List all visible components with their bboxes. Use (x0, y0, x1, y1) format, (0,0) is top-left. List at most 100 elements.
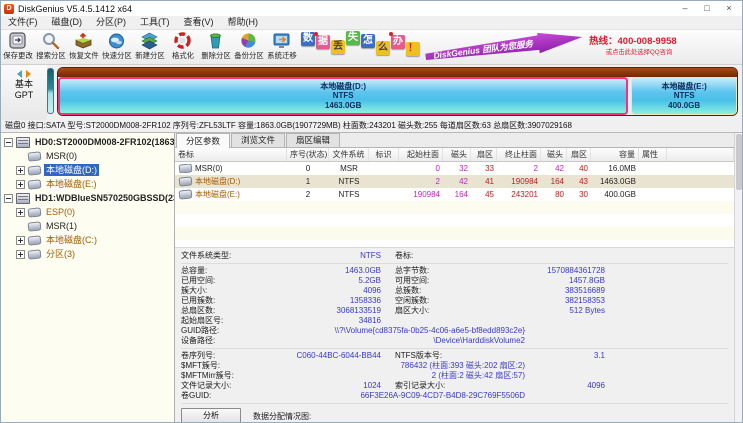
detail-row: 总容量:1463.0GB 总字节数:1570884361728 (181, 266, 734, 276)
detail-row: 簇大小:4096 总簇数:383516689 (181, 286, 734, 296)
tabs-bar: 分区参数 浏览文件 扇区编辑 (175, 133, 734, 148)
system-migration-button[interactable]: 系统迁移 (265, 30, 298, 64)
tree-item-local-c[interactable]: 本地磁盘(C:) (1, 233, 174, 247)
new-partition-button[interactable]: 新建分区 (133, 30, 166, 64)
detail-row: 文件记录大小:1024 索引记录大小:4096 (181, 381, 734, 391)
expand-icon[interactable] (16, 166, 25, 175)
search-icon (41, 31, 60, 50)
menu-partition[interactable]: 分区(P) (89, 16, 133, 29)
partition-icon (28, 165, 42, 175)
backup-partition-button[interactable]: 备份分区 (232, 30, 265, 64)
tab-partition-params[interactable]: 分区参数 (176, 133, 230, 148)
detail-row: $MFTMirr簇号:2 (柱面:2 磁头:42 扇区:57) (181, 371, 734, 381)
banner-tile: 办 (391, 35, 405, 49)
table-header: 卷标 序号(状态) 文件系统 标识 起始柱面 磁头 扇区 终止柱面 磁头 扇区 … (175, 148, 734, 162)
partition-fs: NTFS (674, 91, 695, 101)
collapse-icon[interactable] (4, 194, 13, 203)
disk-band (58, 68, 737, 77)
partition-table: 卷标 序号(状态) 文件系统 标识 起始柱面 磁头 扇区 终止柱面 磁头 扇区 … (175, 148, 734, 248)
delete-partition-button[interactable]: 删除分区 (199, 30, 232, 64)
vertical-scrollbar[interactable] (734, 133, 742, 422)
menu-tools[interactable]: 工具(T) (133, 16, 177, 29)
toolbar: 保存更改 搜索分区 恢复文件 快速分区 新建分区 格式化 删除分区 备份分区 (1, 30, 742, 65)
banner-tiles: 数 据 丢 失 怎 么 办 ！ (301, 29, 421, 65)
search-partition-button[interactable]: 搜索分区 (34, 30, 67, 64)
save-icon (8, 31, 27, 50)
quick-partition-button[interactable]: 快速分区 (100, 30, 133, 64)
divider (181, 263, 728, 264)
banner-tile: 丢 (331, 40, 345, 54)
hotline-sub[interactable]: 或点击此处选择QQ咨询 (593, 48, 672, 58)
partition-icon (28, 207, 42, 217)
tree-item-local-d[interactable]: 本地磁盘(D:) (1, 163, 174, 177)
disk-nav: 基本 GPT (1, 65, 47, 120)
partition-icon (28, 179, 42, 189)
table-row-local-e[interactable]: 本地磁盘(E:) 2 NTFS 190984 164 45 243201 80 … (175, 188, 734, 201)
format-icon (173, 31, 192, 50)
menu-help[interactable]: 帮助(H) (221, 16, 266, 29)
expand-icon[interactable] (16, 180, 25, 189)
maximize-button[interactable]: □ (696, 1, 718, 16)
expand-icon[interactable] (16, 250, 25, 259)
expand-icon[interactable] (16, 236, 25, 245)
partition-box-e[interactable]: 本地磁盘(E:) NTFS 400.0GB (631, 77, 737, 115)
analyze-button[interactable]: 分析 (181, 408, 241, 422)
partition-size: 1463.0GB (325, 101, 361, 111)
detail-row: 文件系统类型:NTFS 卷标: (181, 251, 734, 261)
partition-name: 本地磁盘(D:) (320, 82, 366, 92)
disk-frame: 本地磁盘(D:) NTFS 1463.0GB 本地磁盘(E:) NTFS 400… (57, 67, 738, 116)
prev-disk-arrow-icon[interactable] (17, 70, 22, 78)
save-changes-button[interactable]: 保存更改 (1, 30, 34, 64)
tree-item-hd1[interactable]: HD1:WDBlueSN570250GBSSD(233GB) (1, 191, 174, 205)
partition-name: 本地磁盘(E:) (662, 82, 707, 92)
divider (181, 403, 728, 404)
detail-row: 设备路径:\Device\HarddiskVolume2 (181, 336, 734, 346)
menu-view[interactable]: 查看(V) (177, 16, 221, 29)
tree-item-msr1[interactable]: MSR(1) (1, 219, 174, 233)
disk-icon (16, 193, 30, 204)
expand-icon[interactable] (16, 208, 25, 217)
table-empty-area (175, 201, 734, 248)
tree-item-hd0[interactable]: HD0:ST2000DM008-2FR102(1863GB) (1, 135, 174, 149)
partition-icon (179, 176, 193, 186)
scrollbar-thumb[interactable] (736, 134, 742, 190)
banner-tile: 失 (346, 31, 360, 45)
menu-bar: 文件(F) 磁盘(D) 分区(P) 工具(T) 查看(V) 帮助(H) (1, 16, 742, 30)
table-row-local-d[interactable]: 本地磁盘(D:) 1 NTFS 2 42 41 190984 164 43 14… (175, 175, 734, 188)
banner-tile: 数 (301, 32, 315, 46)
table-row-msr0[interactable]: MSR(0) 0 MSR 0 32 33 2 42 40 16.0MB (175, 162, 734, 175)
partition-size: 400.0GB (668, 101, 700, 111)
format-button[interactable]: 格式化 (166, 30, 199, 64)
banner-arrow-text: DiskGenius 团队为您服务 (433, 37, 534, 61)
tab-browse-files[interactable]: 浏览文件 (231, 133, 285, 147)
partition-icon (179, 164, 193, 173)
tab-sector-edit[interactable]: 扇区编辑 (286, 133, 340, 147)
disk-map-scrollbar[interactable] (47, 68, 54, 114)
quick-partition-icon (107, 31, 126, 50)
collapse-icon[interactable] (4, 138, 13, 147)
promo-banner[interactable]: 数 据 丢 失 怎 么 办 ！ DiskGenius 团队为您服务 热线：400… (301, 30, 741, 64)
partition-box-d[interactable]: 本地磁盘(D:) NTFS 1463.0GB (58, 77, 628, 115)
tree-item-esp0[interactable]: ESP(0) (1, 205, 174, 219)
title-bar: D DiskGenius V5.4.5.1412 x64 – □ × (1, 1, 742, 16)
banner-arrow: DiskGenius 团队为您服务 (424, 27, 583, 67)
next-disk-arrow-icon[interactable] (26, 70, 31, 78)
diskgenius-window: D DiskGenius V5.4.5.1412 x64 – □ × 文件(F)… (0, 0, 743, 423)
detail-row: 已用空间:5.2GB 可用空间:1457.8GB (181, 276, 734, 286)
menu-disk[interactable]: 磁盘(D) (45, 16, 90, 29)
tree-item-msr0[interactable]: MSR(0) (1, 149, 174, 163)
minimize-button[interactable]: – (674, 1, 696, 16)
partition-details: 文件系统类型:NTFS 卷标: 总容量:1463.0GB 总字节数:157088… (175, 248, 734, 422)
partition-tree: HD0:ST2000DM008-2FR102(1863GB) MSR(0) 本地… (1, 133, 175, 422)
tree-item-local-e[interactable]: 本地磁盘(E:) (1, 177, 174, 191)
detail-row: 卷序列号:C060-44BC-6044-BB44 NTFS版本号:3.1 (181, 351, 734, 361)
tree-item-partition3[interactable]: 分区(3) (1, 247, 174, 261)
system-migration-icon (272, 31, 291, 50)
partition-icon (28, 221, 42, 231)
close-button[interactable]: × (718, 1, 740, 16)
recover-files-button[interactable]: 恢复文件 (67, 30, 100, 64)
disk-type-label: 基本 (15, 79, 33, 90)
detail-row: 起始扇区号:34816 (181, 316, 734, 326)
hotline-number: 热线：400-008-9958 (589, 36, 677, 47)
menu-file[interactable]: 文件(F) (1, 16, 45, 29)
